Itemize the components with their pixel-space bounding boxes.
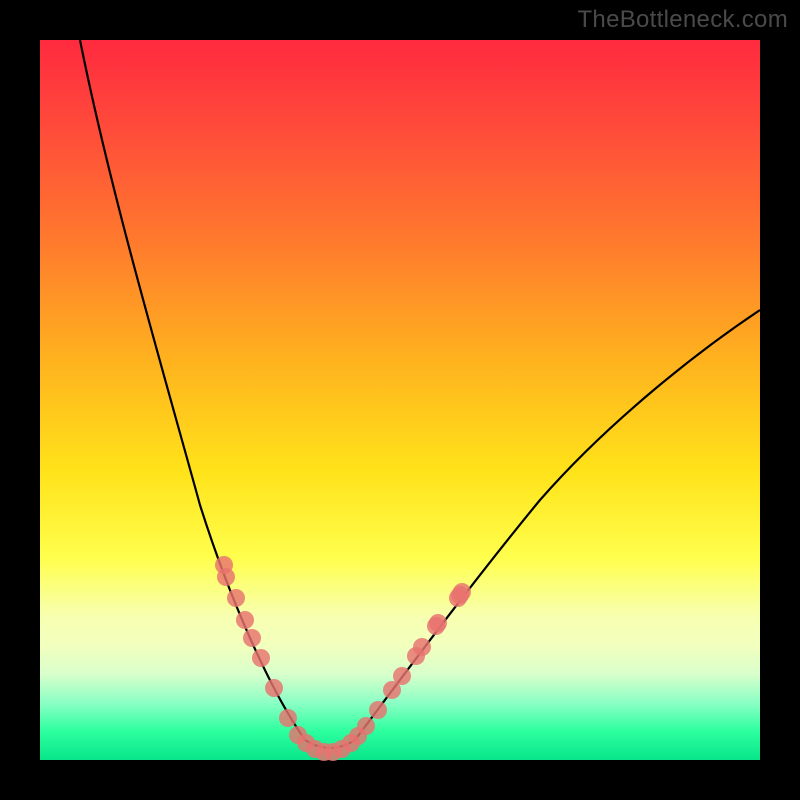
marker-dot	[227, 589, 245, 607]
marker-dot	[217, 568, 235, 586]
plot-area	[40, 40, 760, 760]
outer-frame: TheBottleneck.com	[0, 0, 800, 800]
right-curve-path	[355, 310, 760, 740]
left-curve-path	[80, 40, 305, 740]
marker-dot	[243, 629, 261, 647]
marker-dot	[236, 611, 254, 629]
marker-dot	[393, 667, 411, 685]
marker-dot	[413, 638, 431, 656]
marker-dot	[453, 583, 471, 601]
marker-dot	[357, 717, 375, 735]
marker-dot	[369, 701, 387, 719]
watermark-text: TheBottleneck.com	[577, 6, 788, 34]
marker-dot	[429, 614, 447, 632]
marker-dot	[279, 709, 297, 727]
marker-dot	[265, 679, 283, 697]
curve-svg	[40, 40, 760, 760]
marker-dot	[252, 649, 270, 667]
marker-group	[215, 556, 471, 761]
